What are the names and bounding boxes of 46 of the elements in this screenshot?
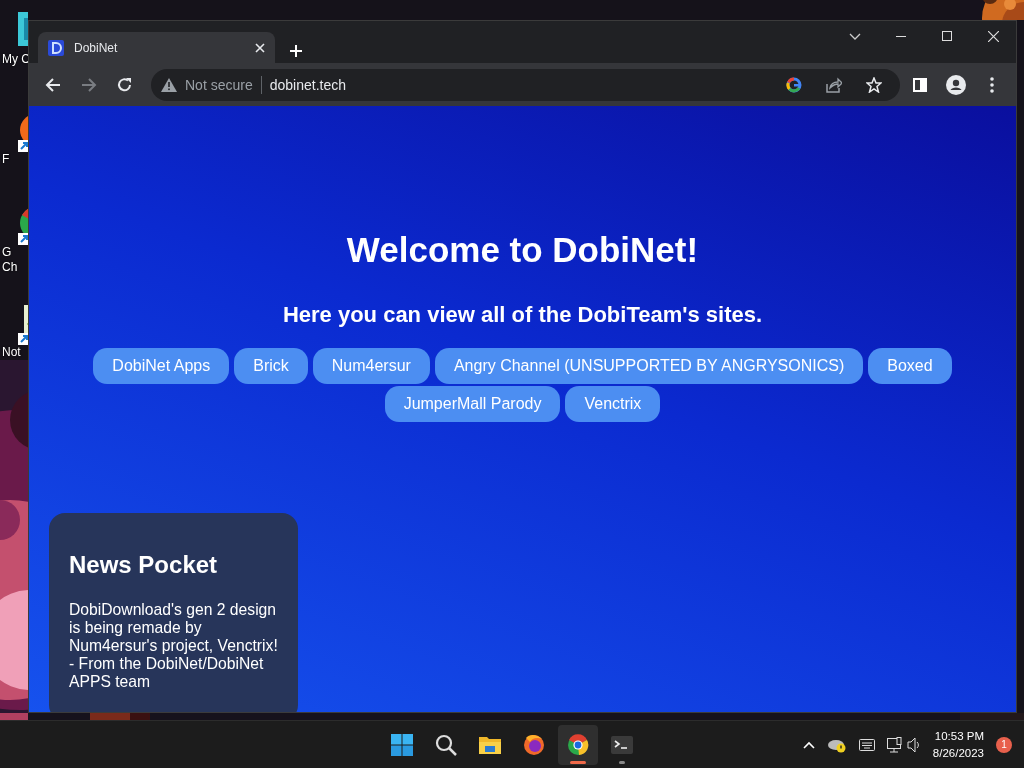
page-heading: Welcome to DobiNet! bbox=[346, 230, 699, 270]
chevron-up-icon[interactable] bbox=[802, 740, 815, 749]
share-icon[interactable] bbox=[826, 76, 842, 93]
clock-date[interactable]: 8/26/2023 bbox=[932, 744, 984, 762]
keyboard-icon[interactable] bbox=[858, 738, 875, 751]
maximize-icon[interactable] bbox=[942, 31, 952, 41]
star-icon[interactable] bbox=[866, 76, 882, 93]
site-link-button[interactable]: Venctrix bbox=[565, 386, 661, 422]
clock-time[interactable]: 10:53 PM bbox=[934, 727, 984, 745]
site-link-button[interactable]: Boxed bbox=[868, 348, 952, 384]
desktop-icon-label: Ch bbox=[2, 260, 18, 275]
browser-tab[interactable]: DobiNet bbox=[38, 32, 275, 63]
site-link-button[interactable]: DobiNet Apps bbox=[93, 348, 230, 384]
desktop-icon-label: G bbox=[2, 245, 12, 260]
side-panel-icon[interactable] bbox=[913, 77, 927, 92]
news-card-text: DobiDownload's gen 2 design is being remade by Num4ersur's project, Venctrix! - From the DobiNet/DobiNet APPS team bbox=[69, 601, 278, 691]
site-link-button[interactable]: Brick bbox=[234, 348, 308, 384]
chrome-icon[interactable] bbox=[567, 733, 589, 756]
start-icon[interactable] bbox=[391, 733, 413, 756]
network-volume-icon[interactable] bbox=[886, 736, 921, 753]
page-subheading: Here you can view all of the DobiTeam's sites. bbox=[282, 302, 763, 328]
minimize-icon[interactable] bbox=[896, 35, 906, 37]
desktop-icon-label: F bbox=[2, 152, 10, 167]
plus-icon[interactable] bbox=[289, 44, 303, 58]
close-icon[interactable] bbox=[255, 42, 265, 53]
menu-icon[interactable] bbox=[990, 76, 994, 93]
profile-icon[interactable] bbox=[946, 74, 966, 95]
site-link-button[interactable]: Angry Channel (UNSUPPORTED BY ANGRYSONICS) bbox=[434, 348, 864, 384]
site-link-button[interactable]: JumperMall Parody bbox=[384, 386, 561, 422]
google-icon[interactable] bbox=[786, 76, 802, 93]
notification-badge[interactable]: 1 bbox=[996, 736, 1012, 753]
warning-icon[interactable] bbox=[161, 77, 177, 92]
site-logo-icon bbox=[48, 39, 64, 56]
news-card-title: News Pocket bbox=[69, 551, 219, 579]
reload-icon[interactable] bbox=[117, 76, 133, 93]
close-icon[interactable] bbox=[987, 30, 999, 42]
back-arrow-icon[interactable] bbox=[45, 76, 61, 93]
search-icon[interactable] bbox=[435, 733, 457, 756]
security-label[interactable]: Not secure bbox=[185, 76, 253, 93]
terminal-icon[interactable] bbox=[611, 733, 633, 756]
address-bar[interactable]: Not secure dobinet.tech bbox=[151, 68, 900, 101]
chevron-down-icon[interactable] bbox=[849, 32, 861, 40]
site-link-button[interactable]: Num4ersur bbox=[312, 348, 430, 384]
url-text[interactable]: dobinet.tech bbox=[269, 76, 770, 93]
fox-globe-icon[interactable] bbox=[523, 733, 545, 756]
desktop-icon-label: Not bbox=[2, 345, 21, 360]
